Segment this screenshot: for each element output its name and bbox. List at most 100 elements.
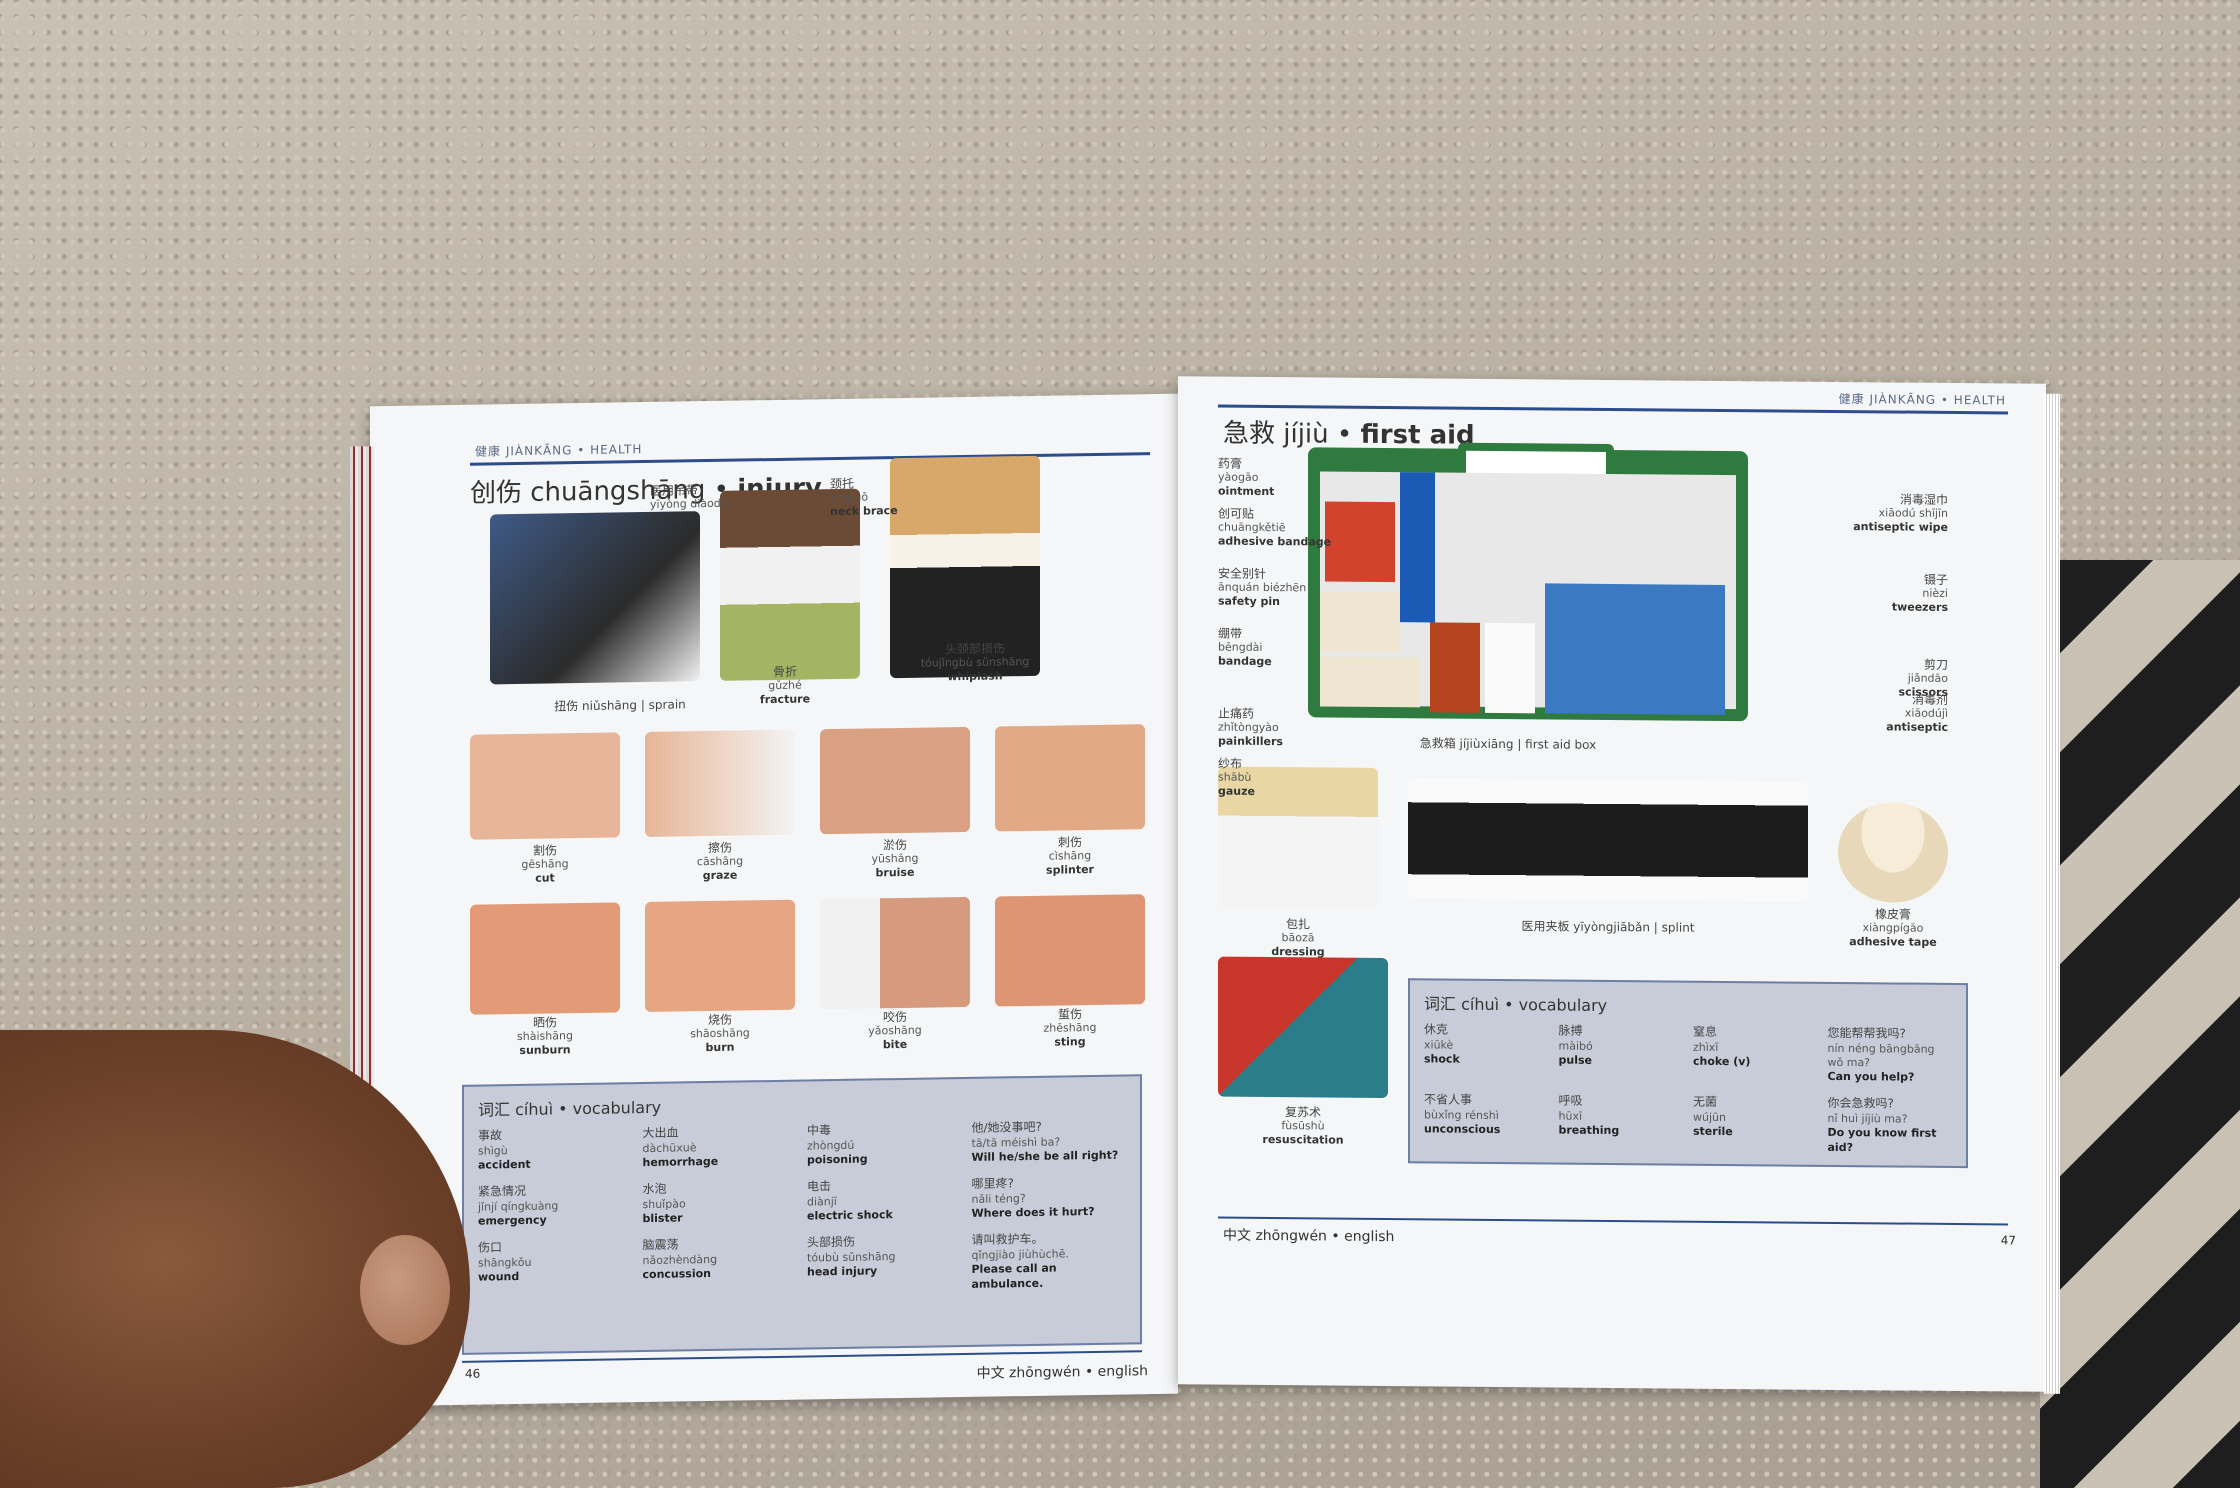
vocab-item: 脑震荡 nǎozhèndàng concussion [643, 1236, 798, 1297]
sunburn-label: 晒伤 shàishāng sunburn [517, 1015, 573, 1057]
right-page-title: 急救 jíjiù • first aid [1223, 418, 1475, 451]
vocab-cn: 窒息 [1693, 1024, 1718, 1039]
vocab-cn: 不省人事 [1424, 1092, 1473, 1108]
left-vocab-title: 词汇 cíhuì • vocabulary [478, 1097, 662, 1120]
right-section-header: 健康 JIÀNKĀNG • HEALTH [1838, 391, 2006, 408]
vocab-en: poisoning [807, 1152, 868, 1167]
vocab-cn: 您能帮帮我吗? [1827, 1025, 1906, 1041]
sunburn-photo [470, 902, 620, 1015]
vocab-item: 休克 xiūkè shock [1424, 1022, 1549, 1082]
vocab-item: 他/她没事吧? tā/tā méishì ba? Will he/she be al… [972, 1118, 1127, 1165]
bruise-label: 淤伤 yūshāng bruise [871, 837, 919, 879]
left-vocab-box: 词汇 cíhuì • vocabulary 事故 shìgù accident 大出血… [462, 1074, 1142, 1355]
vocab-item: 紧急情况 jǐnjí qíngkuàng emergency [478, 1182, 633, 1229]
vocab-cn: 休克 [1424, 1022, 1449, 1037]
right-page-edges [2044, 393, 2060, 1394]
vocab-item: 哪里疼? nǎli téng? Where does it hurt? [972, 1175, 1127, 1222]
tweezers-label: 镊子 nièzi tweezers [1891, 572, 1948, 614]
vocab-en: emergency [478, 1213, 547, 1228]
vocab-en: electric shock [807, 1208, 893, 1223]
right-footer-rule [1218, 1216, 2008, 1226]
bruise-photo [820, 726, 970, 835]
vocab-py: bùxǐng rénshì [1424, 1108, 1499, 1123]
vocab-item: 大出血 dàchūxuè hemorrhage [643, 1124, 798, 1171]
left-page-number: 46 [465, 1366, 481, 1381]
vocab-cn: 你会急救吗? [1827, 1096, 1894, 1111]
vocab-item: 水泡 shuǐpào blister [643, 1180, 798, 1227]
graze-label: 擦伤 cāshāng graze [696, 840, 744, 882]
adhesive-bandage-label: 创可贴 chuāngkětiē adhesive bandage [1218, 506, 1332, 549]
painkillers-bottle [1430, 622, 1480, 713]
left-page: 健康 JIÀNKĀNG • HEALTH 创伤 chuāngshāng • in… [350, 393, 1178, 1407]
vocab-cn: 无菌 [1693, 1095, 1718, 1110]
vocab-item: 呼吸 hūxī breathing [1559, 1094, 1684, 1154]
gauze-label: 纱布 shābù gauze [1218, 756, 1255, 798]
vocab-en: shock [1424, 1052, 1460, 1066]
ointment-tube [1400, 472, 1435, 623]
vocab-cn: 呼吸 [1558, 1094, 1583, 1109]
adhesive-tape-label: 橡皮膏 xiàngpígāo adhesive tape [1849, 907, 1937, 949]
right-vocab-title: 词汇 cíhuì • vocabulary [1424, 994, 1608, 1015]
fracture-label: 骨折 gǔzhé fracture [759, 664, 811, 706]
vocab-item: 窒息 zhìxī choke (v) [1693, 1025, 1818, 1085]
vocab-cn: 脉搏 [1558, 1023, 1583, 1038]
right-vocab-box: 词汇 cíhuì • vocabulary 休克 xiūkè shock 脉搏 màib… [1408, 978, 1968, 1169]
first-aid-box-caption: 急救箱 jíjiùxiāng | first aid box [1419, 736, 1597, 752]
burn-label: 烧伤 shāoshāng burn [690, 1012, 750, 1054]
open-book: 健康 JIÀNKĀNG • HEALTH 创伤 chuāngshāng • in… [350, 370, 2070, 1410]
ointment-label: 药膏 yàogāo ointment [1218, 456, 1275, 498]
antiseptic-bottle [1485, 622, 1535, 714]
dressing-label: 包扎 bāozā dressing [1271, 917, 1325, 959]
splinter-photo [995, 724, 1145, 832]
right-page: 健康 JIÀNKĀNG • HEALTH 急救 jíjiù • first ai… [1178, 376, 2060, 1394]
cut-photo [470, 732, 620, 840]
adhesive-tape-photo [1838, 801, 1948, 903]
vocab-py: nín néng bāngbāng wǒ ma? [1827, 1041, 1935, 1070]
vocab-en: unconscious [1424, 1122, 1501, 1137]
vocab-en: blister [642, 1211, 683, 1226]
resuscitation-label: 复苏术 fùsūshù resuscitation [1262, 1105, 1344, 1147]
vocab-py: hūxī [1558, 1109, 1583, 1123]
kit-contents [1320, 471, 1736, 715]
vocab-item: 请叫救护车。 qǐngjiào jiùhùchē. Please call an a… [972, 1231, 1127, 1292]
vocab-en: hemorrhage [642, 1154, 719, 1169]
vocab-en: Please call an ambulance. [971, 1261, 1057, 1291]
burn-photo [645, 899, 795, 1013]
vocab-item: 你会急救吗? nǐ huì jíjiù ma? Do you know first … [1828, 1096, 1953, 1156]
splinter-label: 刺伤 cìshāng splinter [1046, 835, 1094, 877]
vocab-item: 头部损伤 tóubù sǔnshāng head injury [807, 1233, 962, 1294]
vocab-item: 事故 shìgù accident [478, 1126, 633, 1173]
vocab-en: wound [478, 1270, 520, 1284]
vocab-item: 电击 diànjī electric shock [807, 1177, 962, 1224]
resuscitation-photo [1218, 956, 1388, 1099]
vocab-en: pulse [1558, 1053, 1592, 1067]
vocab-py: wújūn [1693, 1110, 1726, 1125]
title-cn: 急救 jíjiù [1223, 418, 1329, 450]
vocab-item: 脉搏 màibó pulse [1559, 1024, 1684, 1084]
bite-photo [820, 896, 970, 1010]
vocab-en: Do you know first aid? [1827, 1126, 1937, 1154]
vocab-en: Can you help? [1827, 1070, 1915, 1084]
vocab-en: accident [478, 1157, 531, 1172]
painkillers-label: 止痛药 zhǐtòngyào painkillers [1218, 706, 1283, 748]
right-footer: 中文 zhōngwén • english [1223, 1227, 1395, 1246]
vocab-py: xiūkè [1424, 1037, 1454, 1052]
vocab-item: 不省人事 bùxǐng rénshì unconscious [1424, 1093, 1549, 1153]
bite-label: 咬伤 yǎoshāng bite [868, 1009, 922, 1051]
vocab-py: nǐ huì jíjiù ma? [1827, 1111, 1908, 1126]
vocab-en: concussion [642, 1267, 712, 1282]
antiseptic-wipe-label: 消毒湿巾 xiāodú shījīn antiseptic wipe [1853, 492, 1948, 534]
left-footer: 中文 zhōngwén • english [976, 1363, 1148, 1382]
vocab-py: zhìxī [1693, 1040, 1719, 1054]
vocab-item: 您能帮帮我吗? nín néng bāngbāng wǒ ma? Can you h… [1828, 1026, 1953, 1086]
vocab-en: Where does it hurt? [971, 1205, 1095, 1220]
antiseptic-label: 消毒剂 xiāodújì antiseptic [1886, 692, 1948, 734]
vocab-py: màibó [1558, 1039, 1593, 1053]
sting-photo [995, 894, 1145, 1007]
scissors-tray [1545, 583, 1725, 715]
sting-label: 蜇伤 zhēshāng sting [1043, 1007, 1097, 1049]
graze-photo [645, 729, 795, 838]
splint-caption: 医用夹板 yīyòngjiābǎn | splint [1521, 919, 1695, 935]
vocab-en: sterile [1693, 1125, 1733, 1139]
vocab-item: 伤口 shāngkǒu wound [478, 1239, 633, 1300]
